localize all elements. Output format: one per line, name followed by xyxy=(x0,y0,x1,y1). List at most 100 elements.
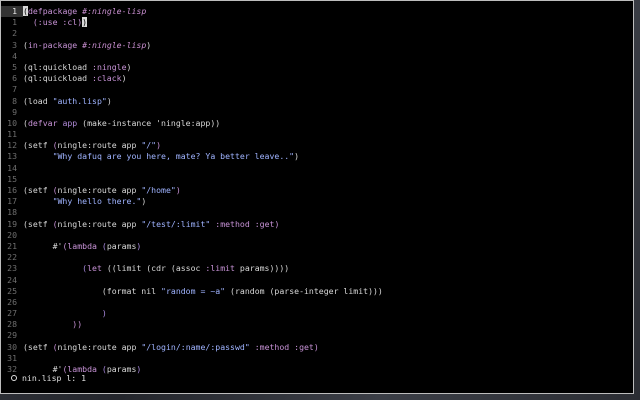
line-number: 21 xyxy=(7,240,17,251)
code-line[interactable]: 9 xyxy=(1,107,633,118)
code-token: params)))) xyxy=(234,263,290,274)
code-text[interactable]: (ql:quickload :ningle) xyxy=(23,62,131,73)
line-number: 27 xyxy=(7,308,17,319)
code-line[interactable]: 8 (load "auth.lisp") xyxy=(1,96,633,107)
code-token: "Why dafuq are you here, mate? Ya better… xyxy=(23,151,295,162)
code-text[interactable]: (let ((limit (cdr (assoc :limit params))… xyxy=(23,263,289,274)
code-token: :method :get xyxy=(249,341,314,352)
code-token: :limit xyxy=(205,263,235,274)
code-text[interactable]: "Why dafuq are you here, mate? Ya better… xyxy=(23,151,300,162)
code-line[interactable]: 3 (in-package #:ningle-lisp) xyxy=(1,40,633,51)
code-token: (setf xyxy=(23,140,53,151)
code-token: :ningle xyxy=(92,61,127,72)
code-line[interactable]: 6 (ql:quickload :clack) xyxy=(1,73,633,84)
line-number: 16 xyxy=(7,185,17,195)
line-number: 8 xyxy=(12,95,17,106)
editor-window[interactable]: 1 (defpackage #:ningle-lisp 1 (:use :cl)) 2… xyxy=(0,0,634,394)
text-cursor: ) xyxy=(82,17,88,28)
line-number: 17 xyxy=(7,196,17,207)
code-token: ningle:route app xyxy=(57,185,142,195)
code-token: ( xyxy=(23,263,88,274)
code-text[interactable]: (defpackage #:ningle-lisp xyxy=(23,6,146,17)
code-token: (setf xyxy=(23,218,53,229)
code-line[interactable]: 28 )) xyxy=(1,319,633,330)
code-token: ) xyxy=(156,140,162,151)
code-line[interactable]: 7 xyxy=(1,84,633,95)
code-line[interactable]: 10 (defvar app (make-instance 'ningle:app… xyxy=(1,118,633,129)
code-token: defpackage xyxy=(27,6,83,16)
code-line[interactable]: 2 xyxy=(1,28,633,39)
code-line[interactable]: 20 xyxy=(1,230,633,241)
code-token: #' xyxy=(23,240,63,251)
code-token: ningle:route app xyxy=(57,140,142,151)
code-token: let xyxy=(87,263,107,274)
code-text[interactable]: (load "auth.lisp") xyxy=(23,96,112,107)
line-number: 19 xyxy=(7,218,17,229)
code-token: app xyxy=(62,117,83,128)
line-number: 23 xyxy=(7,263,17,274)
code-line[interactable]: 24 xyxy=(1,275,633,286)
code-text[interactable]: "Why hello there.") xyxy=(23,196,147,207)
code-line[interactable]: 5 (ql:quickload :ningle) xyxy=(1,62,633,73)
code-line[interactable]: 25 (format nil "random = ~a" (random (pa… xyxy=(1,286,633,297)
mode-circle-icon xyxy=(11,375,17,381)
line-number: 2 xyxy=(12,28,17,39)
code-line[interactable]: 1 (:use :cl)) xyxy=(1,17,633,28)
code-line[interactable]: 12 (setf (ningle:route app "/") xyxy=(1,140,633,151)
line-number: 7 xyxy=(12,84,17,95)
code-token: #:ningle-lisp xyxy=(82,6,147,16)
code-text[interactable]: (defvar app (make-instance 'ningle:app)) xyxy=(23,118,220,129)
line-number: 26 xyxy=(7,296,17,307)
code-line[interactable]: 27 ) xyxy=(1,308,633,319)
code-token: lambda xyxy=(67,240,102,251)
code-text[interactable]: (in-package #:ningle-lisp) xyxy=(23,40,151,51)
code-editor[interactable]: 1 (defpackage #:ningle-lisp 1 (:use :cl)) 2… xyxy=(1,6,633,375)
line-number: 12 xyxy=(7,140,17,151)
code-text[interactable]: (:use :cl)) xyxy=(23,17,88,28)
code-line[interactable]: 21 #'(lambda (params) xyxy=(1,241,633,252)
code-line[interactable]: 4 xyxy=(1,51,633,62)
code-token: ) xyxy=(23,308,107,319)
code-line[interactable]: 16 (setf (ningle:route app "/home") xyxy=(1,185,633,196)
code-text[interactable]: (setf (ningle:route app "/") xyxy=(23,140,161,151)
line-number: 6 xyxy=(12,73,17,84)
code-line[interactable]: 14 xyxy=(1,163,633,174)
code-line[interactable]: 23 (let ((limit (cdr (assoc :limit param… xyxy=(1,263,633,274)
code-text[interactable]: (setf (ningle:route app "/home") xyxy=(23,185,181,196)
code-line[interactable]: 31 xyxy=(1,353,633,364)
line-number: 5 xyxy=(12,61,17,72)
code-text[interactable]: (ql:quickload :clack) xyxy=(23,73,127,84)
code-text[interactable]: (setf (ningle:route app "/login/:name/:p… xyxy=(23,342,319,353)
code-text[interactable]: (setf (ningle:route app "/test/:limit" :… xyxy=(23,219,279,230)
line-number: 28 xyxy=(7,319,17,330)
code-line[interactable]: 29 xyxy=(1,330,633,341)
line-number: 9 xyxy=(12,106,17,117)
code-line[interactable]: 26 xyxy=(1,297,633,308)
code-token: (setf xyxy=(23,185,53,195)
code-token: "Why hello there." xyxy=(23,196,142,207)
code-line[interactable]: 18 xyxy=(1,207,633,218)
line-number: 1 xyxy=(12,17,17,28)
line-number: 13 xyxy=(7,151,17,162)
code-token: (:use :cl) xyxy=(23,17,83,28)
code-line[interactable]: 30 (setf (ningle:route app "/login/:name/… xyxy=(1,342,633,353)
line-number: 1 xyxy=(1,6,23,18)
code-line[interactable]: 1 (defpackage #:ningle-lisp xyxy=(1,6,633,18)
code-text[interactable]: ) xyxy=(23,308,107,319)
code-line[interactable]: 15 xyxy=(1,174,633,185)
code-token: ) xyxy=(294,151,300,162)
code-token: in-package xyxy=(27,39,83,50)
code-token: ) xyxy=(146,39,152,50)
code-line[interactable]: 19 (setf (ningle:route app "/test/:limit"… xyxy=(1,219,633,230)
code-line[interactable]: 17 "Why hello there.") xyxy=(1,196,633,207)
line-number: 22 xyxy=(7,252,17,263)
code-line[interactable]: 22 xyxy=(1,252,633,263)
code-text[interactable]: #'(lambda (params) xyxy=(23,240,142,252)
code-text[interactable]: )) xyxy=(23,319,82,330)
code-line[interactable]: 11 xyxy=(1,129,633,140)
code-token: (random (parse-integer limit))) xyxy=(225,285,383,296)
code-text[interactable]: (format nil "random = ~a" (random (parse… xyxy=(23,286,383,297)
code-token: (load xyxy=(23,95,53,106)
code-token: (ql:quickload xyxy=(23,73,93,84)
code-line[interactable]: 13 "Why dafuq are you here, mate? Ya bet… xyxy=(1,151,633,162)
